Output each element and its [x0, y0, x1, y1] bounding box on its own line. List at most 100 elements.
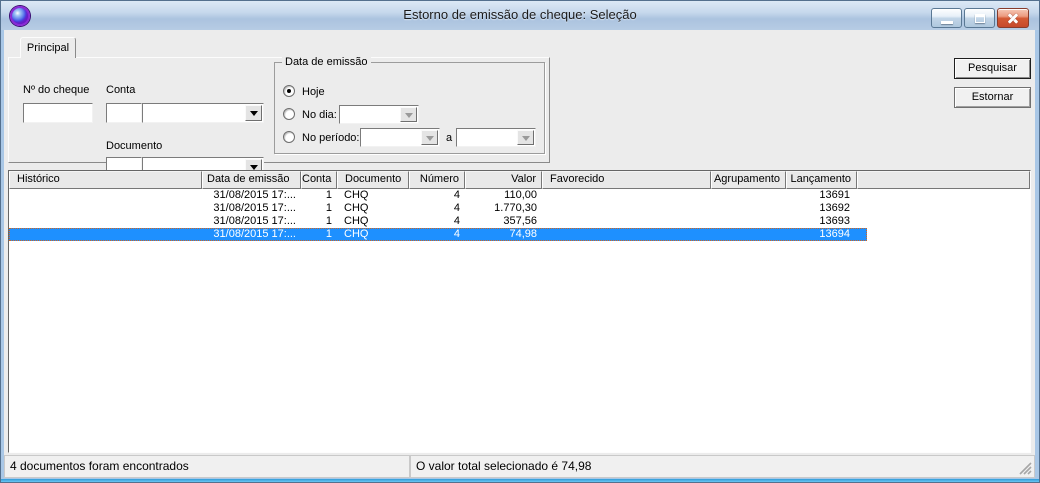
conta-combo-arrow-button[interactable] [245, 105, 262, 121]
radio-no-periodo-label: No período: [302, 132, 360, 144]
cell-historico [9, 215, 202, 228]
conta-label: Conta [106, 84, 136, 96]
estornar-button[interactable]: Estornar [954, 87, 1031, 108]
periodo-to-date-combo[interactable] [456, 128, 536, 147]
column-header-lancamento[interactable]: Lançamento [786, 171, 857, 189]
radio-hoje[interactable] [283, 85, 295, 97]
no-dia-date-combo[interactable] [339, 105, 419, 124]
table-row[interactable]: 31/08/2015 17:... 1 CHQ 4 357,56 13693 [9, 215, 1030, 228]
column-header-conta[interactable]: Conta [301, 171, 337, 189]
caption-buttons [931, 8, 1029, 28]
grid-header-row: Histórico Data de emissão Conta Document… [9, 171, 1030, 189]
date-emission-group-title: Data de emissão [282, 56, 371, 68]
maximize-button[interactable] [964, 8, 995, 28]
cell-agrupamento [711, 189, 786, 202]
column-header-filler [857, 171, 1030, 189]
chevron-down-icon [521, 135, 530, 145]
results-grid: Histórico Data de emissão Conta Document… [8, 170, 1031, 453]
cell-spacer [857, 189, 867, 202]
chevron-down-icon [404, 112, 413, 122]
close-button[interactable] [997, 8, 1029, 28]
cell-valor: 110,00 [504, 189, 537, 201]
minimize-button[interactable] [931, 8, 962, 28]
tab-principal[interactable]: Principal [20, 37, 76, 58]
periodo-from-date-combo[interactable] [360, 128, 440, 147]
cell-agrupamento [711, 215, 786, 228]
cheque-input[interactable] [23, 103, 93, 123]
date-emission-groupbox: Data de emissão Hoje No dia: No período: [274, 56, 545, 154]
cell-agrupamento [711, 202, 786, 215]
cell-valor: 1.770,30 [494, 202, 537, 214]
cell-data-emissao: 31/08/2015 17:... [213, 228, 296, 240]
table-row[interactable]: 31/08/2015 17:... 1 CHQ 4 110,00 13691 [9, 189, 1030, 202]
cell-lancamento: 13693 [819, 215, 850, 227]
column-header-valor[interactable]: Valor [465, 171, 542, 189]
status-selected-total: O valor total selecionado é 74,98 [410, 455, 1035, 478]
column-header-agrupamento[interactable]: Agrupamento [711, 171, 786, 189]
cell-valor: 74,98 [509, 228, 537, 240]
cell-valor: 357,56 [503, 215, 537, 227]
cell-spacer [857, 215, 867, 228]
cell-numero: 4 [453, 189, 460, 201]
column-header-numero[interactable]: Número [409, 171, 465, 189]
cell-documento: CHQ [344, 215, 369, 227]
cell-lancamento: 13692 [819, 202, 850, 214]
column-header-documento[interactable]: Documento [337, 171, 409, 189]
status-bar: 4 documentos foram encontrados O valor t… [4, 455, 1035, 478]
cheque-label: Nº do cheque [23, 84, 90, 96]
cell-conta: 1 [325, 228, 332, 240]
cell-favorecido [542, 228, 711, 241]
cell-conta: 1 [325, 215, 332, 227]
chevron-down-icon [425, 135, 434, 145]
cell-historico [9, 228, 202, 241]
cell-data-emissao: 31/08/2015 17:... [213, 202, 296, 214]
cell-documento: CHQ [344, 228, 369, 240]
cell-documento: CHQ [344, 202, 369, 214]
pesquisar-button[interactable]: Pesquisar [954, 58, 1031, 79]
tab-page-principal: Nº do cheque Conta Documento Data de emi… [8, 56, 550, 177]
column-header-historico[interactable]: Histórico [9, 171, 202, 189]
window-title: Estorno de emissão de cheque: Seleção [403, 7, 637, 22]
cell-historico [9, 189, 202, 202]
cell-numero: 4 [453, 202, 460, 214]
table-row-selected[interactable]: 31/08/2015 17:... 1 CHQ 4 74,98 13694 [9, 228, 1030, 241]
cell-conta: 1 [325, 189, 332, 201]
cell-favorecido [542, 202, 711, 215]
resize-grip[interactable] [1019, 462, 1032, 475]
cell-data-emissao: 31/08/2015 17:... [213, 189, 296, 201]
periodo-from-combo-arrow-button[interactable] [421, 130, 438, 145]
cell-documento: CHQ [344, 189, 369, 201]
cell-favorecido [542, 215, 711, 228]
cell-lancamento: 13691 [819, 189, 850, 201]
status-selected-total-text: O valor total selecionado é 74,98 [416, 459, 592, 473]
cell-spacer [857, 202, 867, 215]
cell-agrupamento [711, 228, 786, 241]
conta-combo[interactable] [142, 103, 264, 123]
column-header-data-emissao[interactable]: Data de emissão [202, 171, 301, 189]
app-window: Estorno de emissão de cheque: Seleção Pr… [0, 0, 1040, 483]
cell-historico [9, 202, 202, 215]
status-documents-count: 4 documentos foram encontrados [4, 455, 410, 478]
cell-lancamento: 13694 [819, 228, 850, 240]
radio-no-dia[interactable] [283, 108, 295, 120]
periodo-to-combo-arrow-button[interactable] [517, 130, 534, 145]
documento-label: Documento [106, 140, 163, 152]
cell-numero: 4 [453, 228, 460, 240]
cell-favorecido [542, 189, 711, 202]
titlebar[interactable]: Estorno de emissão de cheque: Seleção [1, 1, 1039, 30]
cell-numero: 4 [453, 215, 460, 227]
no-dia-combo-arrow-button[interactable] [400, 107, 417, 122]
close-icon [1006, 12, 1020, 24]
radio-hoje-label: Hoje [302, 86, 325, 98]
cell-conta: 1 [325, 202, 332, 214]
client-area: Principal Nº do cheque Conta Documento D… [4, 30, 1035, 478]
maximize-icon [974, 13, 985, 23]
conta-code-input[interactable] [106, 103, 142, 123]
cell-spacer [857, 228, 867, 241]
radio-no-periodo[interactable] [283, 131, 295, 143]
table-row[interactable]: 31/08/2015 17:... 1 CHQ 4 1.770,30 13692 [9, 202, 1030, 215]
cell-data-emissao: 31/08/2015 17:... [213, 215, 296, 227]
periodo-separator-label: a [446, 132, 453, 144]
radio-no-dia-label: No dia: [302, 109, 337, 121]
column-header-favorecido[interactable]: Favorecido [542, 171, 711, 189]
